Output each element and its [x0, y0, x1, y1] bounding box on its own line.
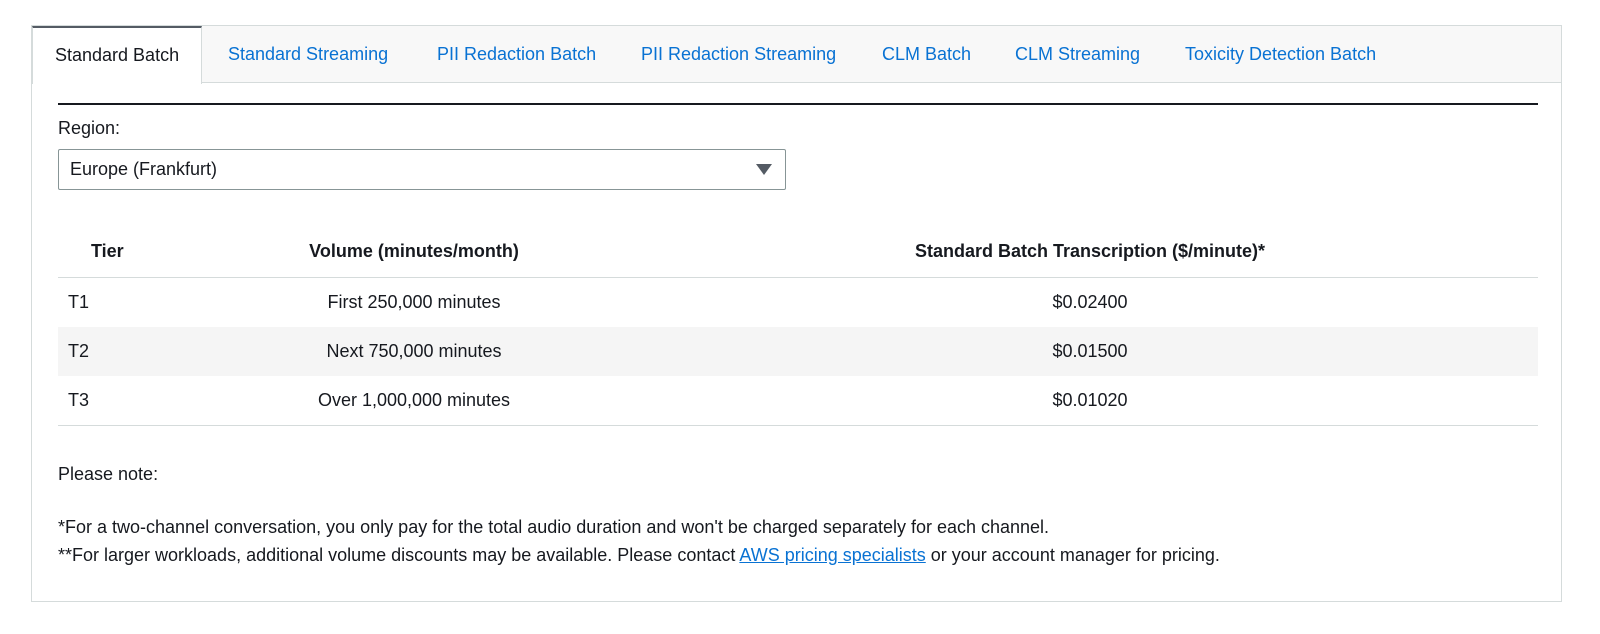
- header-price: Standard Batch Transcription ($/minute)*: [914, 241, 1266, 261]
- notes-title: Please note:: [58, 464, 159, 484]
- tab-clm-batch[interactable]: CLM Batch: [882, 26, 971, 83]
- tab-bar: Standard Batch Standard Streaming PII Re…: [32, 26, 1561, 84]
- cell-price: $0.01020: [1052, 390, 1128, 410]
- cell-price: $0.01500: [1052, 341, 1128, 361]
- tab-standard-streaming[interactable]: Standard Streaming: [228, 26, 388, 83]
- region-select[interactable]: Europe (Frankfurt): [58, 149, 786, 190]
- cell-price: $0.02400: [1052, 292, 1128, 312]
- tab-clm-streaming[interactable]: CLM Streaming: [1015, 26, 1140, 83]
- tab-pii-redaction-streaming[interactable]: PII Redaction Streaming: [641, 26, 836, 83]
- tab-standard-batch[interactable]: Standard Batch: [32, 26, 203, 84]
- table-row: T3 Over 1,000,000 minutes $0.01020: [58, 376, 1538, 426]
- region-label: Region:: [58, 118, 121, 138]
- tab-toxicity-detection-batch[interactable]: Toxicity Detection Batch: [1185, 26, 1376, 83]
- aws-pricing-specialists-link[interactable]: AWS pricing specialists: [739, 545, 925, 565]
- header-volume: Volume (minutes/month): [309, 241, 519, 261]
- tab-pii-redaction-batch[interactable]: PII Redaction Batch: [437, 26, 596, 83]
- caret-down-icon: [756, 164, 772, 175]
- note-volume-text-after: or your account manager for pricing.: [925, 545, 1220, 565]
- cell-tier: T3: [68, 390, 90, 410]
- note-two-channel: *For a two-channel conversation, you onl…: [58, 517, 1050, 537]
- pricing-table: Tier Volume (minutes/month) Standard Bat…: [58, 225, 1538, 426]
- cell-volume: First 250,000 minutes: [327, 292, 501, 312]
- cell-volume: Over 1,000,000 minutes: [317, 390, 511, 410]
- cell-tier: T2: [68, 341, 90, 361]
- content-divider: [58, 103, 1538, 105]
- note-volume-text-before: **For larger workloads, additional volum…: [58, 545, 740, 565]
- region-select-value: Europe (Frankfurt): [70, 159, 218, 179]
- pricing-panel: Standard Batch Standard Streaming PII Re…: [31, 25, 1562, 602]
- cell-volume: Next 750,000 minutes: [326, 341, 502, 361]
- table-row: T1 First 250,000 minutes $0.02400: [58, 278, 1538, 327]
- cell-tier: T1: [68, 292, 90, 312]
- header-tier: Tier: [91, 241, 124, 261]
- table-row: T2 Next 750,000 minutes $0.01500: [58, 327, 1538, 376]
- note-volume-discounts: **For larger workloads, additional volum…: [58, 545, 1220, 566]
- table-header: Tier Volume (minutes/month) Standard Bat…: [58, 225, 1538, 278]
